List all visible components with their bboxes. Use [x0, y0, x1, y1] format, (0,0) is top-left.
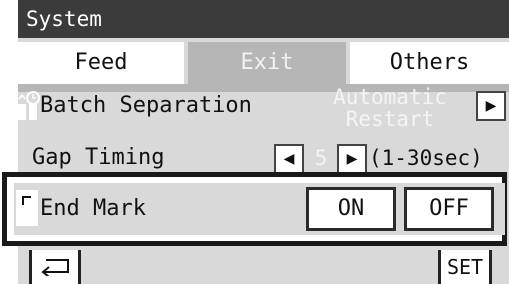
gap-timing-range: (1-30sec)	[369, 146, 483, 170]
end-mark-off-button[interactable]: OFF	[404, 187, 494, 231]
batch-value-line1: Automatic	[333, 85, 447, 109]
set-button[interactable]: SET	[438, 250, 492, 284]
batch-separation-value: Automatic Restart	[310, 86, 470, 130]
tab-feed[interactable]: Feed	[18, 42, 184, 84]
batch-next-button[interactable]: ▶	[476, 91, 506, 121]
right-arrow-icon: ▶	[346, 151, 358, 167]
right-arrow-icon: ▶	[485, 98, 497, 114]
return-arrow-icon	[41, 259, 69, 276]
batch-separation-icon	[18, 90, 40, 122]
gap-increase-button[interactable]: ▶	[337, 144, 367, 174]
back-button[interactable]	[29, 250, 81, 284]
batch-value-line2: Restart	[345, 107, 435, 131]
end-mark-on-button[interactable]: ON	[306, 187, 396, 231]
tab-exit[interactable]: Exit	[188, 42, 346, 84]
gap-timing-value: 5	[314, 146, 328, 170]
left-arrow-icon: ◀	[283, 151, 295, 167]
tab-others[interactable]: Others	[350, 42, 509, 84]
end-mark-icon	[16, 190, 38, 226]
title-bar: System	[18, 0, 509, 38]
batch-separation-label: Batch Separation	[40, 93, 252, 118]
bottom-bar	[18, 250, 509, 284]
end-mark-label: End Mark	[40, 196, 146, 221]
gap-decrease-button[interactable]: ◀	[274, 144, 304, 174]
